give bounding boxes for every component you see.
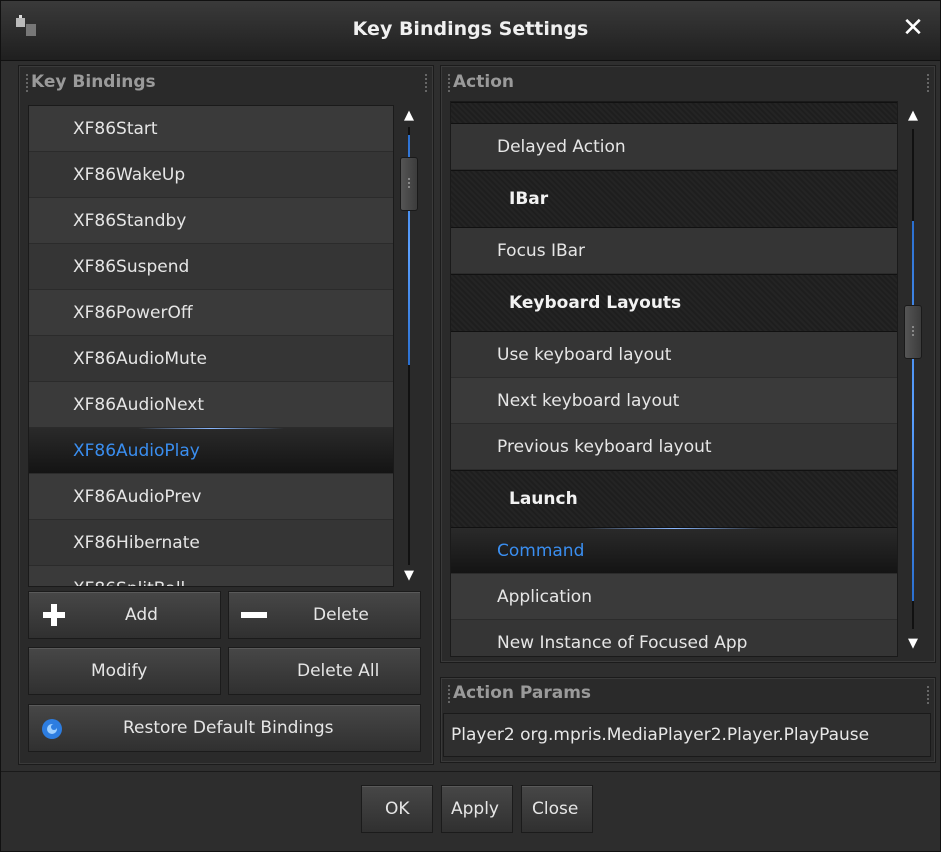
scroll-track-glow — [912, 221, 914, 601]
delete-all-label: Delete All — [297, 661, 380, 681]
restore-default-bindings-button[interactable]: Restore Default Bindings — [28, 704, 421, 752]
action-row[interactable]: Application — [451, 574, 897, 620]
action-row[interactable]: Focus IBar — [451, 228, 897, 274]
close-icon[interactable]: ✕ — [898, 13, 928, 43]
restore-label: Restore Default Bindings — [123, 718, 334, 738]
apply-button[interactable]: Apply — [441, 785, 513, 833]
key-bindings-list[interactable]: XF86Start XF86WakeUp XF86Standby XF86Suspen… — [28, 105, 394, 587]
plus-icon — [41, 602, 67, 628]
key-binding-row[interactable]: XF86PowerOff — [29, 290, 393, 336]
key-binding-row[interactable]: XF86Suspend — [29, 244, 393, 290]
key-binding-row[interactable]: XF86WakeUp — [29, 152, 393, 198]
key-bindings-scrollbar[interactable]: ▲ ▼ — [398, 105, 420, 587]
action-row[interactable]: Command — [451, 528, 897, 574]
action-params-label: Action Params — [447, 683, 592, 703]
key-binding-row[interactable]: XF86Start — [29, 106, 393, 152]
frame-grip — [927, 74, 929, 92]
action-params-input[interactable]: Player2 org.mpris.MediaPlayer2.Player.Pl… — [443, 713, 931, 757]
delete-label: Delete — [313, 605, 369, 625]
add-button[interactable]: Add — [28, 591, 221, 639]
action-group-header: Launch — [451, 470, 897, 528]
frame-grip — [927, 686, 929, 704]
key-binding-row[interactable]: XF86SplitBall — [29, 566, 393, 586]
action-row[interactable]: Previous keyboard layout — [451, 424, 897, 470]
modify-label: Modify — [91, 661, 148, 681]
action-label: Action — [448, 72, 514, 92]
scroll-up-arrow-icon[interactable]: ▲ — [902, 107, 924, 125]
enlightenment-icon — [41, 718, 63, 740]
minus-icon — [241, 612, 267, 618]
ok-label: OK — [385, 799, 410, 819]
close-label: Close — [532, 799, 579, 819]
modify-button[interactable]: Modify — [28, 647, 221, 695]
action-group-header: IBar — [451, 170, 897, 228]
scroll-down-arrow-icon[interactable]: ▼ — [902, 635, 924, 653]
close-button[interactable]: Close — [521, 785, 593, 833]
key-binding-row[interactable]: XF86AudioPlay — [29, 428, 393, 474]
key-binding-row[interactable]: XF86AudioPrev — [29, 474, 393, 520]
scroll-down-arrow-icon[interactable]: ▼ — [398, 567, 420, 585]
scroll-thumb[interactable] — [904, 305, 922, 359]
ok-button[interactable]: OK — [361, 785, 433, 833]
action-scrollbar[interactable]: ▲ ▼ — [902, 101, 924, 657]
scroll-up-arrow-icon[interactable]: ▲ — [398, 107, 420, 125]
frame-grip — [425, 74, 427, 92]
apply-label: Apply — [451, 799, 499, 819]
action-row[interactable]: Delayed Action — [451, 124, 897, 170]
key-binding-row[interactable]: XF86Hibernate — [29, 520, 393, 566]
scroll-thumb[interactable] — [400, 157, 418, 211]
delete-button[interactable]: Delete — [228, 591, 421, 639]
window-title: Key Bindings Settings — [352, 18, 589, 40]
action-list[interactable]: Delayed Action IBar Focus IBar Keyboard Lay… — [450, 101, 898, 657]
delete-all-button[interactable]: Delete All — [228, 647, 421, 695]
key-bindings-settings-window: Key Bindings Settings ✕ Key Bindings XF8… — [0, 0, 941, 852]
key-binding-row[interactable]: XF86Standby — [29, 198, 393, 244]
title-bar[interactable]: Key Bindings Settings ✕ — [1, 1, 940, 61]
action-row[interactable]: New Instance of Focused App — [451, 620, 897, 656]
action-row[interactable]: Use keyboard layout — [451, 332, 897, 378]
action-group-header: Keyboard Layouts — [451, 274, 897, 332]
action-group-header — [451, 102, 897, 124]
key-bindings-label: Key Bindings — [26, 72, 156, 92]
key-binding-row[interactable]: XF86AudioMute — [29, 336, 393, 382]
add-label: Add — [125, 605, 158, 625]
action-row[interactable]: Next keyboard layout — [451, 378, 897, 424]
key-binding-row[interactable]: XF86AudioNext — [29, 382, 393, 428]
